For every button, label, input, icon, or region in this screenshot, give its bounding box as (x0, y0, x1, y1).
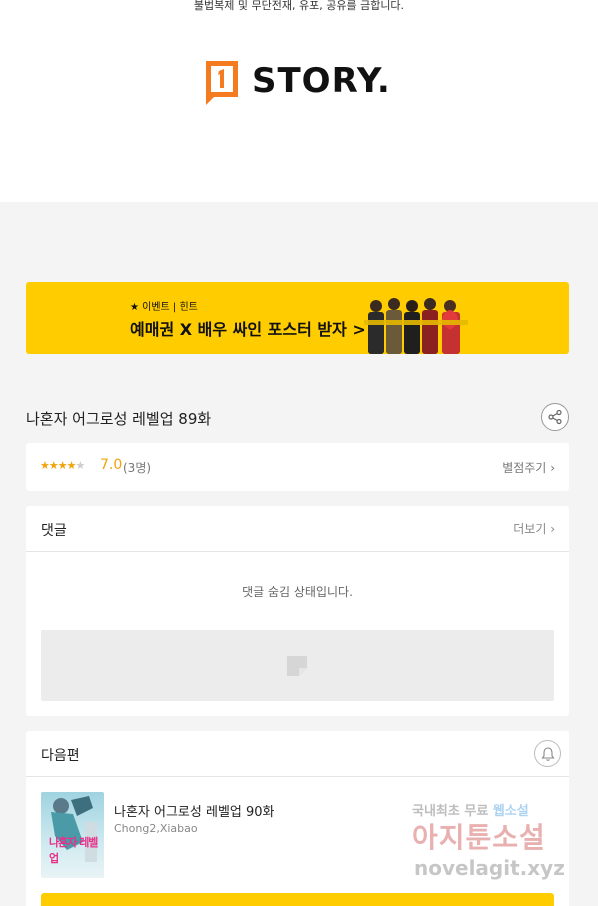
watermark-line2: 아지툰소설 (412, 821, 546, 854)
share-icon (548, 409, 562, 425)
placeholder-image-icon (287, 656, 307, 676)
bell-icon (540, 746, 555, 761)
star-icon: ★ (57, 459, 68, 472)
next-episode-thumbnail[interactable]: 나혼자 레벨업 (41, 792, 104, 878)
logo-text: STORY. (252, 61, 391, 101)
copyright-notice: 불법복제 및 무단전재, 유포, 공유를 금합니다. (193, 0, 405, 12)
rate-button[interactable]: 별점주기 › (502, 459, 555, 476)
share-button[interactable] (541, 403, 569, 431)
logo-badge-icon (202, 57, 242, 105)
next-episode-button[interactable] (41, 893, 554, 906)
ad-placeholder (41, 630, 554, 701)
rate-label: 별점주기 (502, 461, 547, 475)
watermark-line3: novelagit.xyz (414, 856, 565, 880)
comments-card: 댓글 더보기 › 댓글 숨김 상태입니다. (26, 506, 569, 716)
event-banner[interactable]: ★ 이벤트 | 힌트 예매권 X 배우 싸인 포스터 받자 > (26, 282, 569, 354)
site-watermark: 국내최초 무료 웹소설 아지툰소설 novelagit.xyz (412, 800, 598, 886)
next-title: 다음편 (41, 748, 80, 764)
comments-hidden-message: 댓글 숨김 상태입니다. (242, 585, 353, 599)
banner-actors-image (364, 294, 468, 354)
next-header: 다음편 (26, 731, 569, 777)
next-episode-author: Chong2,Xiabao (114, 822, 198, 835)
half-star-icon: ★ (66, 459, 77, 472)
next-episode-title[interactable]: 나혼자 어그로성 레벨업 90화 (114, 801, 275, 820)
banner-title: 예매권 X 배우 싸인 포스터 받자 > (130, 320, 366, 339)
rating-count: (3명) (123, 461, 152, 475)
episode-title: 나혼자 어그로성 레벨업 89화 (26, 410, 212, 428)
star-icon: ★ (48, 459, 59, 472)
notify-button[interactable] (534, 740, 561, 767)
top-section: 불법복제 및 무단전재, 유포, 공유를 금합니다. STORY. (0, 0, 598, 202)
rating-score: 7.0 (100, 457, 123, 473)
thumbnail-title: 나혼자 레벨업 (49, 836, 98, 865)
comments-header: 댓글 더보기 › (26, 506, 569, 552)
rating-card: ★★★★★ 7.0 (3명) 별점주기 › (26, 443, 569, 491)
episode-title-row: 나혼자 어그로성 레벨업 89화 (26, 403, 569, 433)
star-icon: ★ (40, 459, 50, 472)
comments-more-button[interactable]: 더보기 › (513, 520, 555, 537)
chevron-right-icon: › (550, 522, 555, 536)
banner-tag: ★ 이벤트 | 힌트 (130, 302, 198, 313)
empty-star-icon: ★ (75, 459, 86, 472)
comments-title: 댓글 (41, 523, 67, 539)
chevron-right-icon: › (550, 461, 555, 475)
rating-stars: ★★★★★ (40, 459, 86, 472)
onestory-logo[interactable]: STORY. (202, 57, 391, 105)
more-label: 더보기 (513, 522, 547, 536)
